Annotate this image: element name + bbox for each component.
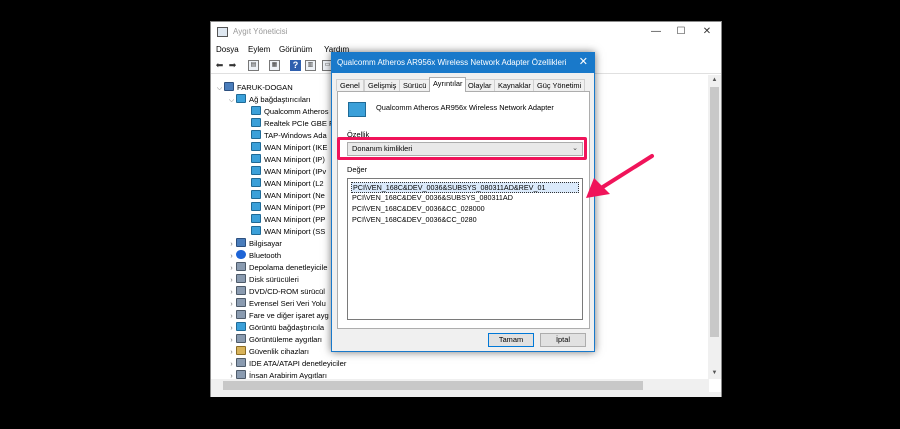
help-icon[interactable]: ?: [290, 60, 301, 71]
network-adapter-icon: [251, 106, 261, 115]
forward-arrow-icon[interactable]: ➡: [227, 60, 238, 71]
annotation-arrow-icon: [586, 154, 654, 198]
tree-item[interactable]: WAN Miniport (Ne: [251, 190, 325, 202]
scroll-thumb[interactable]: [223, 381, 643, 390]
bluetooth-icon: [236, 250, 246, 259]
network-adapter-icon: [251, 226, 261, 235]
network-adapter-icon: [251, 118, 261, 127]
tree-item[interactable]: WAN Miniport (IKE: [251, 142, 327, 154]
network-adapter-icon: [251, 190, 261, 199]
close-icon[interactable]: ✕: [579, 56, 588, 69]
scroll-up-icon[interactable]: ▲: [708, 75, 721, 86]
tab-driver[interactable]: Sürücü: [399, 79, 431, 91]
tree-category[interactable]: › Bilgisayar: [227, 238, 282, 250]
tree-network-adapters[interactable]: ⌵ Ağ bağdaştırıcıları: [227, 94, 311, 106]
tree-item[interactable]: WAN Miniport (L2: [251, 178, 324, 190]
dialog-title: Qualcomm Atheros AR956x Wireless Network…: [337, 58, 567, 67]
details-panel: Qualcomm Atheros AR956x Wireless Network…: [337, 91, 590, 329]
display-adapter-icon: [236, 322, 246, 331]
computer-icon: [236, 238, 246, 247]
dialog-title-bar: Qualcomm Atheros AR956x Wireless Network…: [332, 53, 594, 73]
hid-icon: [236, 370, 246, 379]
properties-dialog: Qualcomm Atheros AR956x Wireless Network…: [331, 52, 595, 352]
highlight-box: [337, 137, 587, 160]
network-adapter-icon: [236, 94, 246, 103]
network-adapter-icon: [348, 102, 366, 117]
tree-category[interactable]: › Depolama denetleyicile: [227, 262, 328, 274]
ok-button[interactable]: Tamam: [488, 333, 534, 347]
tab-advanced[interactable]: Gelişmiş: [364, 79, 401, 91]
title-bar: Aygıt Yöneticisi — ☐ ✕: [211, 22, 721, 43]
expand-icon[interactable]: ›: [227, 371, 236, 379]
tree-item[interactable]: TAP-Windows Ada: [251, 130, 327, 142]
tree-item[interactable]: Qualcomm Atheros: [251, 106, 329, 118]
tree-category[interactable]: › Bluetooth: [227, 250, 281, 262]
network-adapter-icon: [251, 166, 261, 175]
value-list[interactable]: PCI\VEN_168C&DEV_0036&SUBSYS_080311AD&RE…: [347, 178, 583, 320]
tree-category[interactable]: › Görüntü bağdaştırıcıla: [227, 322, 324, 334]
network-adapter-icon: [251, 178, 261, 187]
tab-power-management[interactable]: Güç Yönetimi: [533, 79, 586, 91]
list-item[interactable]: PCI\VEN_168C&DEV_0036&SUBSYS_080311AD: [351, 193, 513, 204]
network-adapter-icon: [251, 130, 261, 139]
tree-category[interactable]: › Güvenlik cihazları: [227, 346, 309, 358]
security-device-icon: [236, 346, 246, 355]
tree-item[interactable]: WAN Miniport (IPv: [251, 166, 326, 178]
maximize-icon[interactable]: ☐: [667, 25, 695, 39]
tree-category[interactable]: › Fare ve diğer işaret ayg: [227, 310, 329, 322]
network-adapter-icon: [251, 154, 261, 163]
tab-resources[interactable]: Kaynaklar: [494, 79, 535, 91]
list-view-icon[interactable]: ▦: [269, 60, 280, 71]
menu-file[interactable]: Dosya: [216, 45, 239, 54]
disk-drive-icon: [236, 274, 246, 283]
status-bar: [211, 392, 721, 397]
device-manager-icon: [217, 27, 228, 37]
properties-icon[interactable]: ▤: [248, 60, 259, 71]
tree-category[interactable]: › IDE ATA/ATAPI denetleyiciler: [227, 358, 346, 370]
minimize-icon[interactable]: —: [642, 25, 670, 39]
tab-details[interactable]: Ayrıntılar: [429, 77, 467, 92]
tree-item[interactable]: WAN Miniport (SS: [251, 226, 325, 238]
menu-view[interactable]: Görünüm: [279, 45, 312, 54]
vertical-scrollbar[interactable]: ▲ ▼: [708, 75, 721, 379]
list-item[interactable]: PCI\VEN_168C&DEV_0036&CC_0280: [351, 215, 477, 226]
scroll-thumb[interactable]: [710, 87, 719, 337]
window-title: Aygıt Yöneticisi: [233, 27, 288, 36]
cancel-button[interactable]: İptal: [540, 333, 586, 347]
device-name: Qualcomm Atheros AR956x Wireless Network…: [376, 103, 554, 112]
value-label: Değer: [347, 165, 368, 174]
details-icon[interactable]: ▥: [305, 60, 316, 71]
back-arrow-icon[interactable]: ⬅: [214, 60, 225, 71]
collapse-icon[interactable]: ⌵: [227, 95, 236, 107]
computer-icon: [224, 82, 234, 91]
tree-category[interactable]: › İnsan Arabirim Aygıtları: [227, 370, 327, 379]
tree-category[interactable]: › DVD/CD-ROM sürücül: [227, 286, 325, 298]
mouse-icon: [236, 310, 246, 319]
network-adapter-icon: [251, 214, 261, 223]
tree-item[interactable]: Realtek PCIe GBE F: [251, 118, 334, 130]
tree-category[interactable]: › Evrensel Seri Veri Yolu: [227, 298, 326, 310]
horizontal-scrollbar[interactable]: [211, 379, 709, 392]
list-item[interactable]: PCI\VEN_168C&DEV_0036&SUBSYS_080311AD&RE…: [351, 182, 579, 193]
network-adapter-icon: [251, 202, 261, 211]
tab-general[interactable]: Genel: [336, 79, 364, 91]
camera-icon: [236, 334, 246, 343]
tree-category[interactable]: › Disk sürücüleri: [227, 274, 299, 286]
collapse-icon[interactable]: ⌵: [215, 83, 224, 95]
tree-root[interactable]: ⌵ FARUK-DOGAN: [215, 82, 293, 94]
list-item[interactable]: PCI\VEN_168C&DEV_0036&CC_028000: [351, 204, 485, 215]
scroll-down-icon[interactable]: ▼: [708, 368, 721, 379]
close-icon[interactable]: ✕: [693, 25, 721, 39]
tree-item[interactable]: WAN Miniport (IP): [251, 154, 325, 166]
ide-controller-icon: [236, 358, 246, 367]
tab-events[interactable]: Olaylar: [464, 79, 496, 91]
storage-controller-icon: [236, 262, 246, 271]
tree-category[interactable]: › Görüntüleme aygıtları: [227, 334, 322, 346]
network-adapter-icon: [251, 142, 261, 151]
usb-icon: [236, 298, 246, 307]
tree-item[interactable]: WAN Miniport (PP: [251, 214, 325, 226]
dvd-drive-icon: [236, 286, 246, 295]
menu-action[interactable]: Eylem: [248, 45, 270, 54]
tree-item[interactable]: WAN Miniport (PP: [251, 202, 325, 214]
